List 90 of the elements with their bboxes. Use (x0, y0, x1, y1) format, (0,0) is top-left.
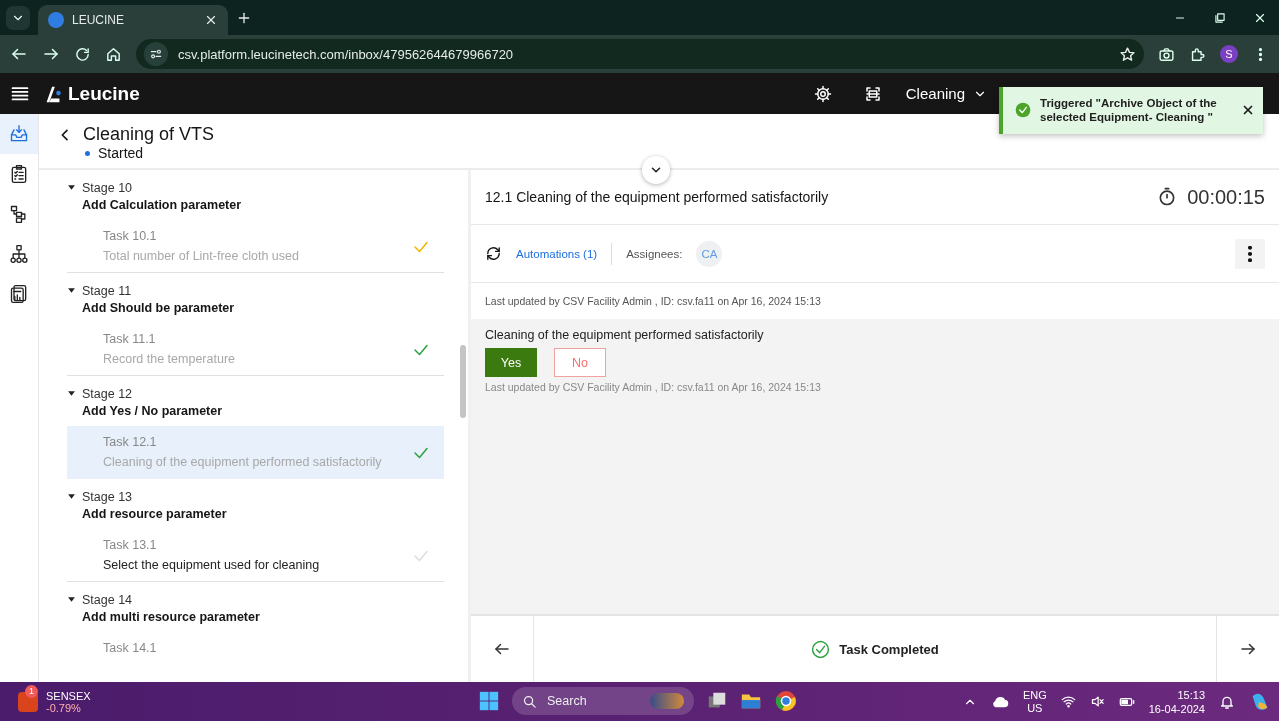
notification-badge: 1 (25, 684, 38, 698)
camera-icon[interactable] (1158, 45, 1175, 63)
task-item[interactable]: Task 10.1 Total number of Lint-free cloth used (67, 220, 444, 273)
stage-number: Stage 12 (82, 386, 134, 402)
tab-list-button[interactable] (6, 5, 30, 30)
task-name: Record the temperature (103, 351, 236, 368)
task-number: Task 10.1 (103, 228, 158, 245)
task-title: 12.1 Cleaning of the equipment performed satisfactorily (485, 189, 829, 205)
triangle-icon (67, 595, 76, 604)
stage-name: Add Should be parameter (82, 300, 235, 317)
check-circle-icon (811, 639, 831, 659)
assignees-label: Assignees: (626, 247, 683, 260)
task-item[interactable]: Task 14.1 (67, 632, 444, 657)
task-name: Cleaning of the equipment performed satisfactorily (103, 454, 383, 471)
search-icon (522, 693, 537, 709)
maximize-icon[interactable] (1213, 10, 1227, 25)
address-bar[interactable]: csv.platform.leucinetech.com/inbox/479562644679966720 (136, 39, 1144, 69)
hierarchy-icon (9, 244, 29, 264)
browser-tab[interactable]: LEUCINE (38, 5, 228, 35)
toast-message: Triggered "Archive Object of the selected Equipment- Cleaning " (1040, 96, 1218, 125)
expand-toggle[interactable] (67, 492, 76, 501)
use-case-dropdown[interactable]: Cleaning (905, 85, 987, 102)
clock-time: 15:13 (1176, 687, 1205, 702)
more-button[interactable] (1235, 238, 1265, 269)
stage-number: Stage 14 (82, 592, 134, 608)
job-title: Cleaning of VTS (83, 124, 215, 145)
job-status: Started (98, 145, 144, 161)
triangle-icon (67, 389, 76, 398)
automations-link[interactable]: Automations (1) (516, 247, 598, 260)
task-timer: 00:00:15 (1187, 185, 1265, 209)
stage-name: Add multi resource parameter (82, 609, 260, 626)
completion-status: Task Completed (839, 641, 939, 657)
puzzle-icon[interactable] (1189, 45, 1206, 63)
option-button[interactable]: No (554, 348, 606, 377)
region-indicator: US (1026, 701, 1044, 715)
task-item[interactable]: Task 13.1 Select the equipment used for cleaning (67, 529, 444, 582)
widget-value: -0.79% (46, 701, 82, 714)
task-number: Task 11.1 (103, 331, 157, 348)
close-icon[interactable] (204, 13, 218, 27)
profile-avatar[interactable]: S (1220, 45, 1238, 63)
inbox-icon (9, 124, 29, 144)
triangle-icon (67, 286, 76, 295)
widget-title: SENSEX (46, 689, 91, 702)
expand-toggle[interactable] (67, 286, 76, 295)
home-icon[interactable] (105, 45, 122, 63)
scrollbar-thumb[interactable] (460, 345, 466, 418)
expand-toggle[interactable] (67, 183, 76, 192)
task-name: Select the equipment used for cleaning (103, 557, 321, 574)
status-dot (85, 150, 90, 156)
sliders-icon (149, 47, 163, 61)
clock-date: 16-04-2024 (1148, 701, 1205, 716)
expand-toggle[interactable] (67, 595, 76, 604)
wifi-icon[interactable] (1060, 694, 1076, 709)
checklist-icon (9, 164, 29, 184)
site-info-button[interactable] (144, 42, 168, 66)
task-number: Task 13.1 (103, 537, 158, 554)
more-icon (1248, 245, 1252, 262)
last-updated: Last updated by CSV Facility Admin , ID: csv.fa11 on Apr 16, 2024 15:13 (485, 381, 822, 393)
task-item[interactable]: Task 12.1 Cleaning of the equipment performed satisfactorily (67, 426, 444, 479)
reports-icon (9, 284, 29, 304)
star-icon[interactable] (1119, 45, 1136, 63)
triangle-icon (67, 492, 76, 501)
stage-number: Stage 13 (82, 489, 134, 505)
language-indicator: ENG (1022, 688, 1047, 702)
stage-name: Add Yes / No parameter (82, 403, 223, 420)
browser-icon[interactable] (774, 689, 798, 713)
task-item[interactable]: Task 11.1 Record the temperature (67, 323, 444, 376)
task-name: Total number of Lint-free cloth used (103, 248, 300, 265)
stage-number: Stage 11 (82, 283, 133, 299)
stage-name: Add Calculation parameter (82, 197, 242, 214)
task-number: Task 12.1 (103, 434, 158, 451)
reload-icon[interactable] (74, 45, 91, 63)
assignee-avatar: CA (696, 240, 723, 267)
last-updated: Last updated by CSV Facility Admin , ID: csv.fa11 on Apr 16, 2024 15:13 (484, 294, 822, 309)
triangle-icon (67, 183, 76, 192)
favicon-icon (48, 12, 64, 28)
sync-icon (485, 245, 502, 262)
stage-number: Stage 10 (82, 180, 134, 196)
search-field[interactable]: Search (512, 687, 694, 715)
success-icon (1015, 102, 1031, 119)
stage-name: Add resource parameter (82, 506, 227, 523)
parameter-label: Cleaning of the equipment performed satisfactorily (485, 328, 765, 342)
start-icon[interactable] (478, 690, 500, 712)
expand-toggle[interactable] (67, 389, 76, 398)
scan-icon[interactable] (863, 84, 882, 103)
option-button[interactable]: Yes (485, 348, 537, 377)
settings-icon[interactable] (813, 84, 832, 103)
task-number: Task 14.1 (103, 640, 158, 657)
mute-icon[interactable] (1089, 694, 1105, 709)
brand-name: Leucine (68, 82, 140, 105)
